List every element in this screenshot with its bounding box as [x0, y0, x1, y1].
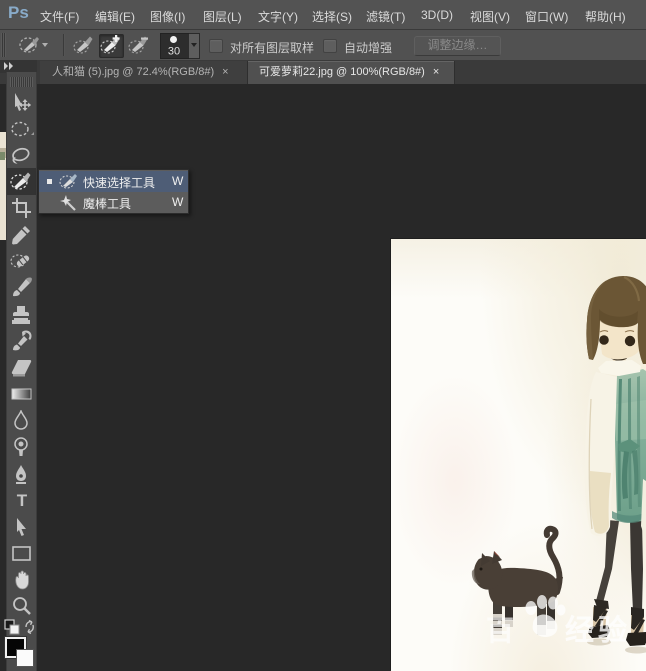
- svg-text:30: 30: [168, 46, 180, 58]
- svg-text:百: 百: [486, 615, 514, 646]
- svg-text:经验: 经验: [565, 613, 631, 647]
